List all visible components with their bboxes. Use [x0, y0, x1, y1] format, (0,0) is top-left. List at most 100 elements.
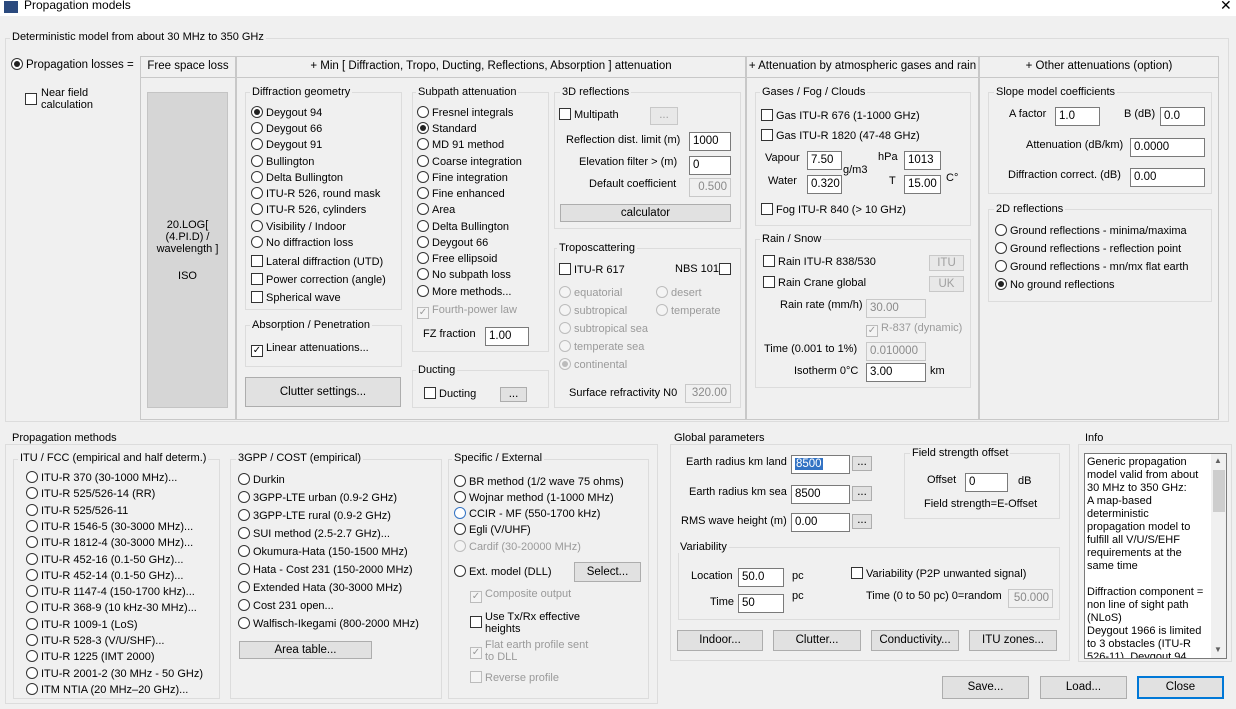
fz-fraction-input[interactable]: 1.00: [485, 327, 529, 346]
multipath-options-button[interactable]: ...: [650, 107, 678, 125]
scroll-up-icon[interactable]: ▲: [1214, 456, 1222, 465]
diffraction-deygout94[interactable]: Deygout 94: [251, 106, 322, 120]
gas-itu676-checkbox[interactable]: Gas ITU-R 676 (1-1000 GHz): [761, 109, 920, 123]
ground-refl-flat-earth[interactable]: Ground reflections - mn/mx flat earth: [995, 260, 1189, 274]
gpp-method-option[interactable]: Walfisch-Ikegami (800-2000 MHz): [238, 617, 419, 631]
diffraction-itu526-cyl[interactable]: ITU-R 526, cylinders: [251, 203, 366, 217]
climate-temperate[interactable]: temperate: [656, 304, 721, 318]
climate-subtropical[interactable]: subtropical: [559, 304, 627, 318]
nbs101-checkbox[interactable]: [719, 263, 734, 277]
rain-rate-input[interactable]: 30.00: [866, 299, 926, 318]
n0-input[interactable]: 320.00: [685, 384, 731, 403]
gpp-method-option[interactable]: 3GPP-LTE urban (0.9-2 GHz): [238, 491, 397, 505]
diffraction-deygout91[interactable]: Deygout 91: [251, 138, 322, 152]
gpp-method-option[interactable]: Durkin: [238, 473, 285, 487]
indoor-button[interactable]: Indoor...: [677, 630, 763, 651]
itu-method-option[interactable]: ITU-R 2001-2 (30 MHz - 50 GHz): [26, 666, 203, 681]
rms-wave-input[interactable]: 0.00: [791, 513, 850, 532]
rain-uk-button[interactable]: UK: [929, 276, 964, 292]
rain-crane-checkbox[interactable]: Rain Crane global: [763, 276, 866, 290]
ext-dll-model[interactable]: Ext. model (DLL): [454, 565, 552, 579]
itu-method-option[interactable]: ITU-R 525/526-11: [26, 503, 128, 518]
itu617-checkbox[interactable]: ITU-R 617: [559, 263, 625, 277]
ground-refl-minmax[interactable]: Ground reflections - minima/maxima: [995, 224, 1187, 238]
a-factor-input[interactable]: 1.0: [1055, 107, 1100, 126]
window-close-button[interactable]: ✕: [1220, 0, 1232, 14]
itu-method-option[interactable]: ITU-R 368-9 (10 kHz-30 MHz)...: [26, 601, 197, 615]
subpath-fine[interactable]: Fine integration: [417, 171, 508, 185]
composite-output-checkbox[interactable]: ✓ Composite output: [470, 588, 571, 603]
diffraction-correct-input[interactable]: 0.00: [1130, 168, 1205, 187]
subpath-deygout66[interactable]: Deygout 66: [417, 236, 488, 250]
itu-method-option[interactable]: ITU-R 370 (30-1000 MHz)...: [26, 471, 177, 485]
multipath-checkbox[interactable]: Multipath: [559, 108, 619, 122]
subpath-fine-enhanced[interactable]: Fine enhanced: [417, 187, 505, 201]
fog-itu840-checkbox[interactable]: Fog ITU-R 840 (> 10 GHz): [761, 203, 906, 217]
scroll-thumb[interactable]: [1213, 470, 1225, 512]
reflection-dist-input[interactable]: 1000: [689, 132, 731, 151]
diffraction-none[interactable]: No diffraction loss: [251, 236, 353, 250]
itu-method-option[interactable]: ITU-R 452-14 (0.1-50 GHz)...: [26, 568, 183, 583]
reverse-profile-checkbox[interactable]: Reverse profile: [470, 671, 559, 685]
propagation-losses-radio[interactable]: Propagation losses =: [11, 58, 134, 72]
ext-wojnar-method[interactable]: Wojnar method (1-1000 MHz): [454, 491, 614, 505]
itu-zones-button[interactable]: ITU zones...: [969, 630, 1057, 651]
earth-radius-land-input[interactable]: 8500: [791, 455, 850, 474]
gas-itu1820-checkbox[interactable]: Gas ITU-R 1820 (47-48 GHz): [761, 129, 920, 143]
flat-earth-checkbox[interactable]: ✓: [470, 644, 485, 659]
r837-checkbox[interactable]: ✓ R-837 (dynamic): [866, 322, 962, 337]
diffraction-bullington[interactable]: Bullington: [251, 155, 314, 169]
location-input[interactable]: 50.0: [738, 568, 784, 587]
ducting-checkbox[interactable]: Ducting: [424, 387, 476, 401]
itu-method-option[interactable]: ITU-R 1147-4 (150-1700 kHz)...: [26, 585, 195, 599]
lateral-diffraction-checkbox[interactable]: Lateral diffraction (UTD): [251, 255, 383, 269]
itu-method-option[interactable]: ITU-R 1546-5 (30-3000 MHz)...: [26, 519, 193, 534]
gpp-method-option[interactable]: SUI method (2.5-2.7 GHz)...: [238, 527, 390, 541]
clutter-settings-button[interactable]: Clutter settings...: [245, 377, 401, 407]
b-db-input[interactable]: 0.0: [1160, 107, 1205, 126]
scroll-down-icon[interactable]: ▼: [1214, 645, 1222, 654]
subpath-fresnel[interactable]: Fresnel integrals: [417, 106, 513, 120]
fourth-power-checkbox[interactable]: ✓ Fourth-power law: [417, 304, 517, 319]
subpath-md91[interactable]: MD 91 method: [417, 138, 504, 152]
load-button[interactable]: Load...: [1040, 676, 1127, 699]
gpp-method-option[interactable]: 3GPP-LTE rural (0.9-2 GHz): [238, 509, 391, 523]
gpp-method-option[interactable]: Extended Hata (30-3000 MHz): [238, 581, 402, 595]
subpath-none[interactable]: No subpath loss: [417, 268, 511, 282]
itu-method-option[interactable]: ITU-R 525/526-14 (RR): [26, 487, 155, 501]
ext-egli[interactable]: Egli (V/UHF): [454, 523, 531, 537]
subpath-standard[interactable]: Standard: [417, 122, 477, 136]
dll-select-button[interactable]: Select...: [574, 562, 641, 582]
txrx-heights-checkbox[interactable]: [470, 616, 485, 630]
diffraction-visibility[interactable]: Visibility / Indoor: [251, 220, 346, 234]
itu-method-option[interactable]: ITU-R 1225 (IMT 2000): [26, 650, 155, 664]
subpath-free-ellipsoid[interactable]: Free ellipsoid: [417, 252, 497, 266]
gpp-method-option[interactable]: Cost 231 open...: [238, 599, 334, 613]
gpp-method-option[interactable]: Okumura-Hata (150-1500 MHz): [238, 545, 408, 559]
itu-method-option[interactable]: ITU-R 1009-1 (LoS): [26, 617, 138, 632]
subpath-area[interactable]: Area: [417, 203, 455, 217]
ducting-options-button[interactable]: ...: [500, 387, 527, 402]
close-button[interactable]: Close: [1137, 676, 1224, 699]
diffraction-itu526-round[interactable]: ITU-R 526, round mask: [251, 187, 380, 201]
climate-subtropical-sea[interactable]: subtropical sea: [559, 322, 648, 336]
itu-method-option[interactable]: ITU-R 452-16 (0.1-50 GHz)...: [26, 552, 183, 567]
calculator-button[interactable]: calculator: [560, 204, 731, 222]
time-range-input[interactable]: 50.000: [1008, 589, 1053, 608]
rain-time-input[interactable]: 0.010000: [866, 342, 926, 361]
diffraction-delta-bullington[interactable]: Delta Bullington: [251, 171, 343, 185]
offset-input[interactable]: 0: [965, 473, 1008, 492]
earth-radius-sea-input[interactable]: 8500: [791, 485, 850, 504]
save-button[interactable]: Save...: [942, 676, 1029, 699]
climate-temperate-sea[interactable]: temperate sea: [559, 340, 644, 354]
climate-desert[interactable]: desert: [656, 286, 702, 300]
isotherm-input[interactable]: 3.00: [866, 363, 926, 382]
rain-itu-button[interactable]: ITU: [929, 255, 964, 271]
itu-method-option[interactable]: ITU-R 1812-4 (30-3000 MHz)...: [26, 536, 193, 550]
attenuation-input[interactable]: 0.0000: [1130, 138, 1205, 157]
ext-ccir-mf[interactable]: CCIR - MF (550-1700 kHz): [454, 507, 600, 521]
area-table-button[interactable]: Area table...: [239, 641, 372, 659]
gpp-method-option[interactable]: Hata - Cost 231 (150-2000 MHz): [238, 563, 413, 577]
climate-equatorial[interactable]: equatorial: [559, 286, 622, 300]
rain-itu838-checkbox[interactable]: Rain ITU-R 838/530: [763, 255, 876, 269]
